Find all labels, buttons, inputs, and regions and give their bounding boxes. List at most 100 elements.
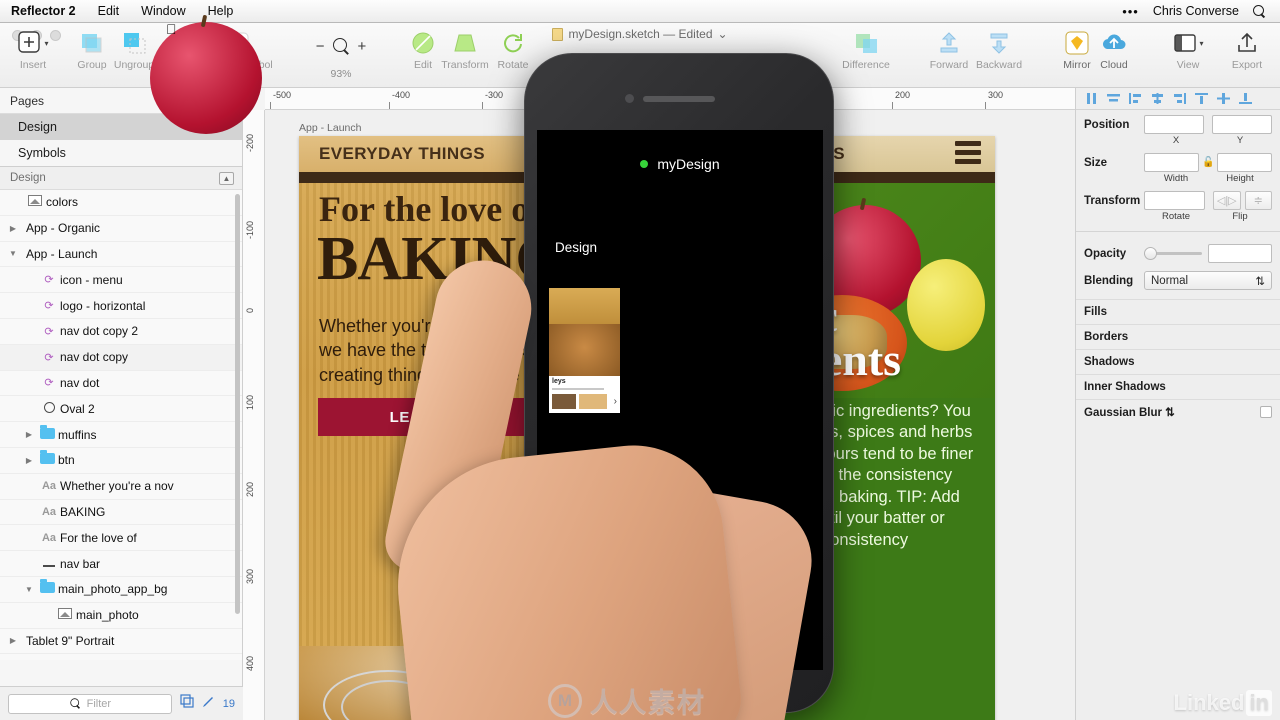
menu-item-app[interactable]: Reflector 2 bbox=[0, 4, 87, 18]
inspector-section-inner-shadows[interactable]: Inner Shadows bbox=[1076, 374, 1280, 399]
layer-row-logo-horizontal[interactable]: ⟳ logo - horizontal bbox=[0, 293, 242, 319]
layer-row-desktop-hd[interactable]: ▶ Desktop HD bbox=[0, 654, 242, 661]
ruler-tick: -100 bbox=[245, 221, 255, 240]
layer-filter-input[interactable]: Filter bbox=[8, 693, 172, 714]
distribute-left-icon[interactable] bbox=[1125, 91, 1145, 107]
layer-row-nav-dot-copy-2[interactable]: ⟳ nav dot copy 2 bbox=[0, 319, 242, 345]
disclosure-triangle-icon[interactable]: ▶ bbox=[6, 636, 20, 645]
disclosure-triangle-icon[interactable]: ▶ bbox=[22, 430, 36, 439]
size-width-input[interactable] bbox=[1144, 153, 1199, 172]
toolbar-insert[interactable]: ▾ Insert bbox=[0, 31, 66, 71]
blending-select[interactable]: Normal ⇅ bbox=[1144, 271, 1272, 290]
transform-rotate-input[interactable] bbox=[1144, 191, 1205, 210]
image-icon bbox=[24, 195, 46, 209]
toolbar-backward[interactable]: Backward bbox=[966, 33, 1032, 71]
layer-row-app-launch[interactable]: ▼ App - Launch bbox=[0, 242, 242, 268]
layer-row-nav-dot[interactable]: ⟳ nav dot bbox=[0, 371, 242, 397]
position-x-input[interactable] bbox=[1144, 115, 1204, 134]
view-layout-icon: ▾ bbox=[1155, 29, 1221, 57]
inspector-section-fills[interactable]: Fills bbox=[1076, 299, 1280, 324]
toolbar-export[interactable]: Export bbox=[1214, 32, 1280, 71]
distribute-center-icon[interactable] bbox=[1147, 91, 1167, 107]
layer-row-text-whether[interactable]: Aa Whether you're a nov bbox=[0, 474, 242, 500]
duplicate-icon[interactable] bbox=[180, 694, 194, 713]
phone-thumbnail-row[interactable]: leys › bbox=[549, 288, 620, 413]
layer-list[interactable]: colors ▶ App - Organic ▼ App - Launch ⟳ … bbox=[0, 190, 242, 660]
toolbar-backward-label: Backward bbox=[975, 59, 1023, 71]
layer-label: nav dot bbox=[60, 375, 100, 390]
layer-row-text-baking[interactable]: Aa BAKING bbox=[0, 500, 242, 526]
layer-row-icon-menu[interactable]: ⟳ icon - menu bbox=[0, 267, 242, 294]
layer-row-text-for-the-love-of[interactable]: Aa For the love of bbox=[0, 525, 242, 552]
image-icon bbox=[54, 608, 76, 622]
size-width-label: Width bbox=[1163, 173, 1189, 184]
menu-extras-icon[interactable]: ••• bbox=[1122, 4, 1139, 19]
menu-item-window[interactable]: Window bbox=[130, 4, 196, 18]
layer-row-nav-bar[interactable]: nav bar bbox=[0, 551, 242, 577]
layer-row-btn[interactable]: ▶ btn bbox=[0, 448, 242, 474]
disclosure-triangle-icon[interactable]: ▶ bbox=[6, 224, 20, 233]
search-icon[interactable] bbox=[1253, 4, 1266, 18]
size-height-input[interactable] bbox=[1217, 153, 1272, 172]
toolbar-cloud[interactable]: Cloud bbox=[1081, 34, 1147, 71]
flip-vertical-icon[interactable]: ≑ bbox=[1244, 191, 1272, 210]
collapse-panel-icon[interactable]: ▲ bbox=[219, 171, 234, 185]
chevron-updown-icon[interactable]: ⇅ bbox=[1165, 407, 1175, 419]
align-top-icon[interactable] bbox=[1191, 91, 1211, 107]
mirrored-iphone[interactable]: myDesign Design leys › bbox=[524, 53, 834, 713]
hamburger-icon[interactable] bbox=[955, 140, 981, 168]
inspector-section-shadows[interactable]: Shadows bbox=[1076, 349, 1280, 374]
lock-icon[interactable]: 🔓 bbox=[1202, 157, 1214, 168]
menubar-username[interactable]: Chris Converse bbox=[1153, 4, 1239, 18]
layer-row-colors[interactable]: colors bbox=[0, 190, 242, 216]
zoom-control[interactable]: − + 93% bbox=[306, 38, 376, 80]
disclosure-triangle-icon[interactable]: ▼ bbox=[22, 585, 36, 594]
layer-row-tablet-portrait[interactable]: ▶ Tablet 9" Portrait bbox=[0, 629, 242, 655]
page-item-symbols[interactable]: Symbols bbox=[0, 140, 242, 166]
artboard-name-app-launch[interactable]: App - Launch bbox=[299, 122, 361, 134]
menu-item-edit[interactable]: Edit bbox=[87, 4, 131, 18]
layer-row-nav-dot-copy[interactable]: ⟳ nav dot copy bbox=[0, 344, 242, 371]
folder-icon bbox=[36, 424, 58, 442]
disclosure-triangle-icon[interactable]: ▼ bbox=[6, 249, 20, 258]
layer-label: nav dot copy bbox=[60, 350, 129, 365]
pencil-icon[interactable] bbox=[202, 695, 215, 713]
position-y-input[interactable] bbox=[1212, 115, 1272, 134]
toolbar-view[interactable]: ▾ View bbox=[1155, 34, 1221, 71]
layer-row-oval-2[interactable]: Oval 2 bbox=[0, 396, 242, 423]
vertical-ruler[interactable]: -200 -100 0 100 200 300 400 bbox=[243, 110, 265, 720]
layer-row-main-photo-app-bg[interactable]: ▼ main_photo_app_bg bbox=[0, 577, 242, 603]
phone-screen[interactable]: myDesign Design leys › bbox=[537, 130, 823, 670]
layer-row-main-photo[interactable]: main_photo bbox=[0, 603, 242, 629]
position-y-label: Y bbox=[1236, 135, 1244, 146]
zoom-in-button[interactable]: + bbox=[358, 38, 367, 55]
apple-menu-icon[interactable]:  bbox=[150, 22, 262, 134]
phone-design-thumbnail[interactable]: leys › bbox=[549, 288, 620, 413]
inspector-section-gaussian-blur[interactable]: Gaussian Blur ⇅ bbox=[1076, 399, 1280, 424]
align-left-icon[interactable] bbox=[1081, 91, 1101, 107]
inspector-section-borders[interactable]: Borders bbox=[1076, 324, 1280, 349]
chevron-down-icon[interactable]: ⌄ bbox=[718, 27, 728, 41]
toolbar-ungroup-label: Ungroup bbox=[113, 59, 155, 71]
disclosure-triangle-icon[interactable]: ▶ bbox=[22, 456, 36, 465]
layer-list-scrollbar[interactable] bbox=[235, 194, 240, 614]
distribute-right-icon[interactable] bbox=[1169, 91, 1189, 107]
zoom-out-button[interactable]: − bbox=[316, 38, 325, 55]
blending-label: Blending bbox=[1084, 274, 1134, 287]
layer-label: For the love of bbox=[60, 530, 137, 545]
layer-label: icon - menu bbox=[60, 272, 123, 287]
toolbar-difference[interactable]: Difference bbox=[830, 34, 902, 71]
flip-horizontal-icon[interactable]: ◁|▷ bbox=[1213, 191, 1241, 210]
inspector-blending-row: Blending Normal ⇅ bbox=[1076, 263, 1280, 290]
align-bottom-icon[interactable] bbox=[1235, 91, 1255, 107]
magnifier-icon[interactable] bbox=[332, 38, 350, 55]
align-center-icon[interactable] bbox=[1103, 91, 1123, 107]
ruler-tick: 200 bbox=[245, 482, 255, 498]
layer-row-muffins[interactable]: ▶ muffins bbox=[0, 422, 242, 448]
align-middle-icon[interactable] bbox=[1213, 91, 1233, 107]
opacity-slider[interactable] bbox=[1144, 247, 1202, 261]
layer-row-app-organic[interactable]: ▶ App - Organic bbox=[0, 216, 242, 242]
gaussian-blur-checkbox[interactable] bbox=[1260, 406, 1272, 418]
opacity-input[interactable] bbox=[1208, 244, 1272, 263]
transform-label: Transform bbox=[1084, 194, 1141, 207]
